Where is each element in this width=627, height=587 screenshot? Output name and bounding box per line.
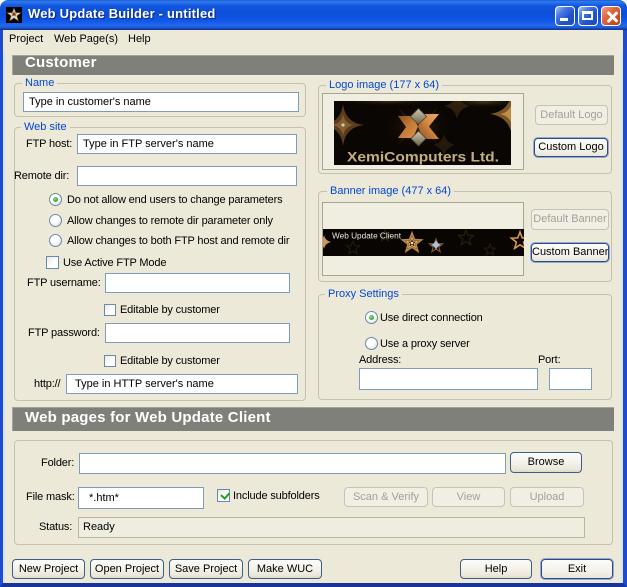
svg-text:Web Update Client: Web Update Client — [332, 232, 402, 241]
svg-text:XemiComputers Ltd.: XemiComputers Ltd. — [347, 150, 499, 165]
